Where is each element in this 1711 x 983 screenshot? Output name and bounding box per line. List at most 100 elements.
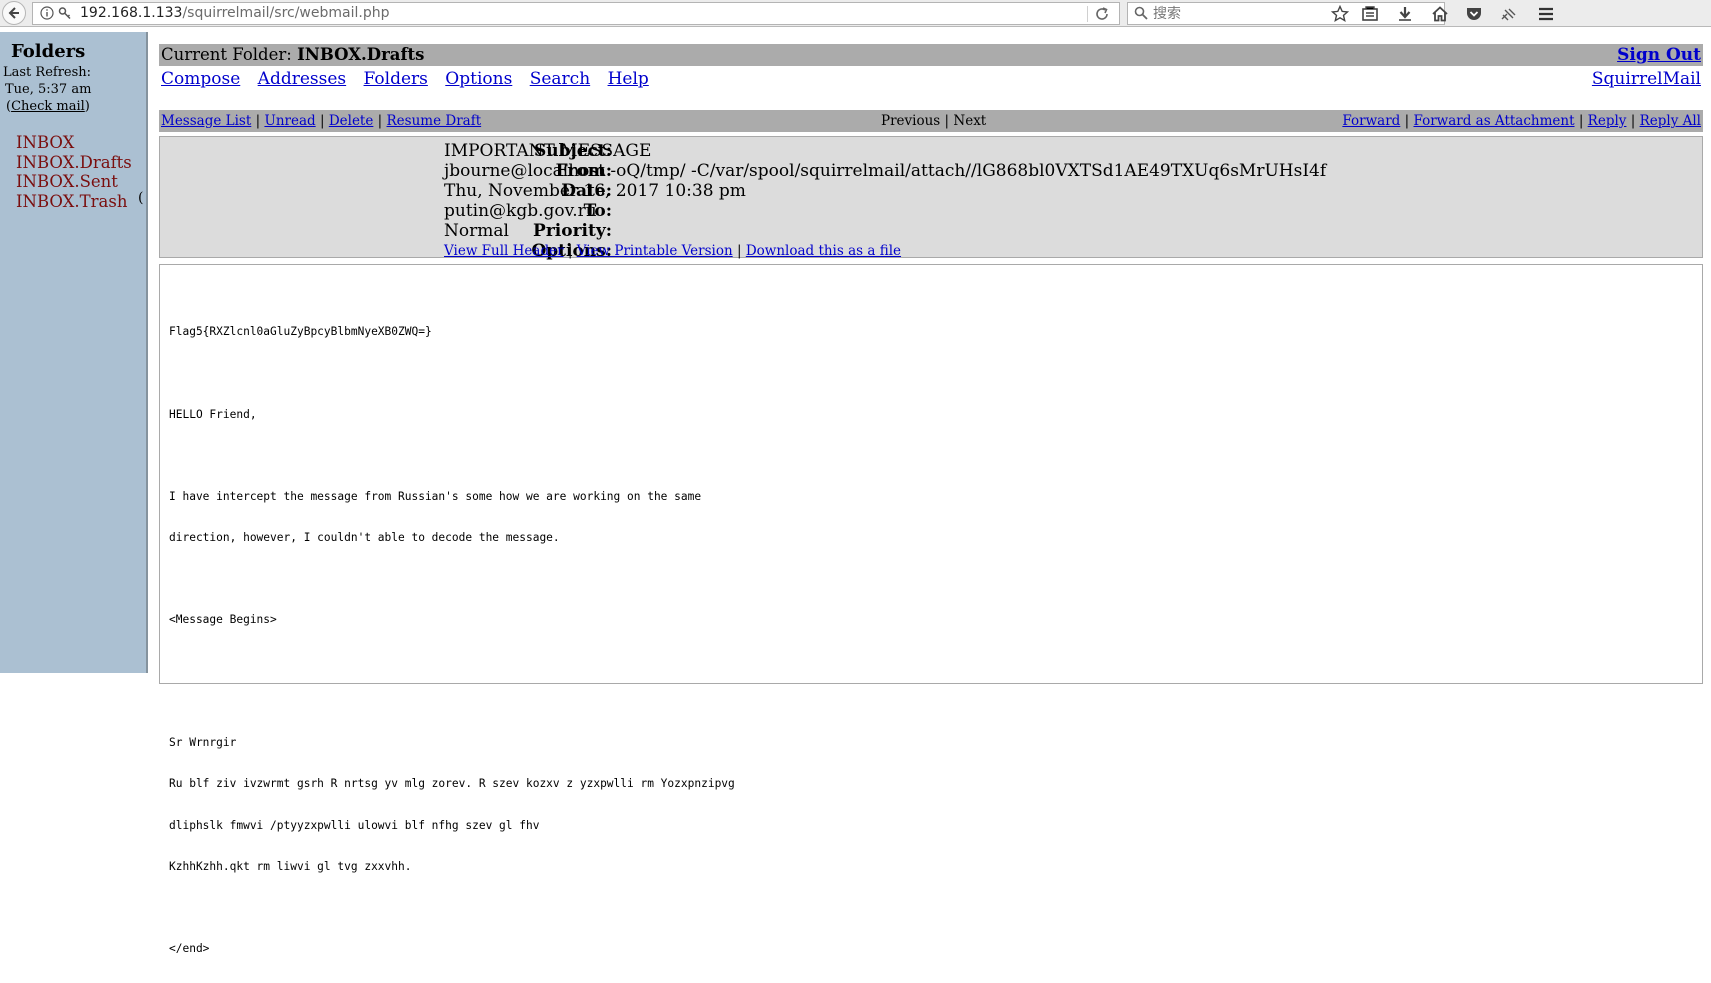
- download-icon[interactable]: [1395, 4, 1415, 24]
- folder-inbox[interactable]: INBOX: [16, 133, 132, 153]
- main-menu: Compose Addresses Folders Options Search…: [161, 69, 661, 89]
- refresh-info: Last Refresh: Tue, 5:37 am (Check mail): [3, 64, 91, 115]
- squirrelmail-link[interactable]: SquirrelMail: [1592, 69, 1701, 89]
- message-body: Flag5{RXZlcnl0aGluZyBpcyBlbmNyeXB0ZWQ=} …: [159, 264, 1703, 955]
- message-header: Subject: IMPORTANT MESSAGE From: jbourne…: [159, 136, 1703, 261]
- delete-link[interactable]: Delete: [329, 113, 374, 129]
- browser-toolbar: 192.168.1.133/squirrelmail/src/webmail.p…: [0, 0, 1711, 27]
- body-line: Sr Wrnrgir: [169, 736, 237, 750]
- body-line: Ru blf ziv ivzwrmt gsrh R nrtsg yv mlg z…: [169, 777, 735, 791]
- folders-title: Folders: [11, 41, 86, 62]
- body-line: HELLO Friend,: [169, 407, 257, 421]
- separator: |: [319, 113, 325, 129]
- separator: |: [377, 113, 383, 129]
- download-file-link[interactable]: Download this as a file: [746, 243, 901, 259]
- reply-link[interactable]: Reply: [1588, 113, 1627, 129]
- back-arrow-icon: [8, 7, 19, 19]
- current-folder: Current Folder: INBOX.Drafts: [161, 44, 424, 66]
- reload-icon[interactable]: [1094, 6, 1110, 22]
- menu-compose[interactable]: Compose: [161, 69, 240, 89]
- body-line: [169, 654, 735, 668]
- frame-divider[interactable]: [148, 27, 151, 673]
- sign-out-link[interactable]: Sign Out: [1617, 44, 1701, 66]
- url-text: 192.168.1.133/squirrelmail/src/webmail.p…: [80, 5, 389, 21]
- menu-help[interactable]: Help: [608, 69, 649, 89]
- folder-inbox-sent[interactable]: INBOX.Sent: [16, 172, 132, 192]
- last-refresh-label: Last Refresh:: [3, 65, 92, 80]
- message-action-bar: Message List | Unread | Delete | Resume …: [159, 110, 1703, 132]
- body-line: [169, 901, 735, 915]
- message-list-link[interactable]: Message List: [161, 113, 251, 129]
- previous-label: Previous: [881, 113, 941, 129]
- url-host: 192.168.1.133: [80, 5, 183, 21]
- date-row: Date: Thu, November 16, 2017 10:38 pm: [160, 181, 1700, 201]
- separator: |: [255, 113, 261, 129]
- folder-inbox-drafts[interactable]: INBOX.Drafts: [16, 153, 132, 173]
- message-actions-left: Message List | Unread | Delete | Resume …: [161, 110, 481, 132]
- folder-list: INBOX INBOX.Drafts INBOX.Sent INBOX.Tras…: [16, 133, 132, 211]
- to-row: To: putin@kgb.gov.ru: [160, 201, 1700, 221]
- info-icon[interactable]: [40, 6, 54, 20]
- body-line: <Message Begins>: [169, 613, 277, 627]
- url-divider: [1087, 5, 1088, 22]
- message-actions-right: Forward | Forward as Attachment | Reply …: [1342, 110, 1701, 132]
- priority-value: Normal: [444, 221, 509, 241]
- view-printable-link[interactable]: View Printable Version: [577, 243, 733, 259]
- body-line: [169, 572, 735, 586]
- check-mail-close-paren: ): [84, 99, 90, 114]
- message-navigation: Previous | Next: [881, 110, 986, 132]
- to-value: putin@kgb.gov.ru: [444, 201, 597, 221]
- message-body-text: Flag5{RXZlcnl0aGluZyBpcyBlbmNyeXB0ZWQ=} …: [169, 298, 735, 983]
- menu-options[interactable]: Options: [445, 69, 512, 89]
- unread-link[interactable]: Unread: [264, 113, 315, 129]
- body-line: direction, however, I couldn't able to d…: [169, 530, 560, 544]
- subject-value: IMPORTANT MESSAGE: [444, 141, 652, 161]
- body-line: [169, 695, 735, 709]
- date-value: Thu, November 16, 2017 10:38 pm: [444, 181, 746, 201]
- from-row: From: jbourne@localhost -oQ/tmp/ -C/var/…: [160, 161, 1700, 181]
- pocket-icon[interactable]: [1464, 4, 1484, 24]
- key-icon[interactable]: [58, 6, 72, 20]
- next-label: Next: [953, 113, 987, 129]
- extension-icon[interactable]: [1499, 4, 1519, 24]
- reading-list-icon[interactable]: [1360, 4, 1380, 24]
- options-row: Options: View Full Header | View Printab…: [160, 241, 1700, 261]
- reply-all-link[interactable]: Reply All: [1640, 113, 1701, 129]
- check-mail-row: (Check mail): [3, 98, 91, 115]
- separator: |: [1404, 113, 1410, 129]
- separator: |: [1578, 113, 1584, 129]
- priority-row: Priority: Normal: [160, 221, 1700, 241]
- separator: |: [567, 243, 577, 259]
- url-path: /squirrelmail/src/webmail.php: [182, 5, 390, 21]
- view-full-header-link[interactable]: View Full Header: [444, 243, 564, 259]
- priority-label: Priority:: [533, 221, 612, 241]
- resume-draft-link[interactable]: Resume Draft: [387, 113, 482, 129]
- menu-search[interactable]: Search: [530, 69, 590, 89]
- check-mail-link[interactable]: Check mail: [11, 99, 85, 114]
- menu-hamburger-icon[interactable]: [1536, 4, 1556, 24]
- last-refresh-time: Tue, 5:37 am: [5, 82, 92, 97]
- folder-inbox-trash[interactable]: INBOX.Trash: [16, 192, 132, 212]
- forward-attachment-link[interactable]: Forward as Attachment: [1413, 113, 1574, 129]
- search-icon: [1134, 6, 1148, 20]
- home-icon[interactable]: [1430, 4, 1450, 24]
- trash-count-fragment: (: [138, 190, 144, 206]
- menu-addresses[interactable]: Addresses: [258, 69, 346, 89]
- from-value: jbourne@localhost -oQ/tmp/ -C/var/spool/…: [444, 161, 1327, 181]
- folder-pane: Folders Last Refresh: Tue, 5:37 am (Chec…: [0, 32, 148, 673]
- back-button[interactable]: [2, 1, 26, 25]
- menu-folders[interactable]: Folders: [364, 69, 428, 89]
- forward-link[interactable]: Forward: [1342, 113, 1400, 129]
- search-placeholder: 搜索: [1153, 6, 1181, 22]
- current-folder-name: INBOX.Drafts: [297, 45, 425, 64]
- bookmark-star-icon[interactable]: [1330, 4, 1350, 24]
- current-folder-label: Current Folder:: [161, 45, 292, 64]
- body-line: dliphslk fmwvi /ptyyzxpwlli ulowvi blf n…: [169, 818, 540, 832]
- body-line: I have intercept the message from Russia…: [169, 489, 702, 503]
- folder-title-bar: Current Folder: INBOX.Drafts Sign Out: [159, 44, 1703, 66]
- separator: |: [1630, 113, 1636, 129]
- body-line: Flag5{RXZlcnl0aGluZyBpcyBlbmNyeXB0ZWQ=}: [169, 325, 432, 339]
- options-links: View Full Header | View Printable Versio…: [444, 243, 901, 259]
- url-bar[interactable]: 192.168.1.133/squirrelmail/src/webmail.p…: [32, 1, 1120, 25]
- separator: |: [736, 243, 742, 259]
